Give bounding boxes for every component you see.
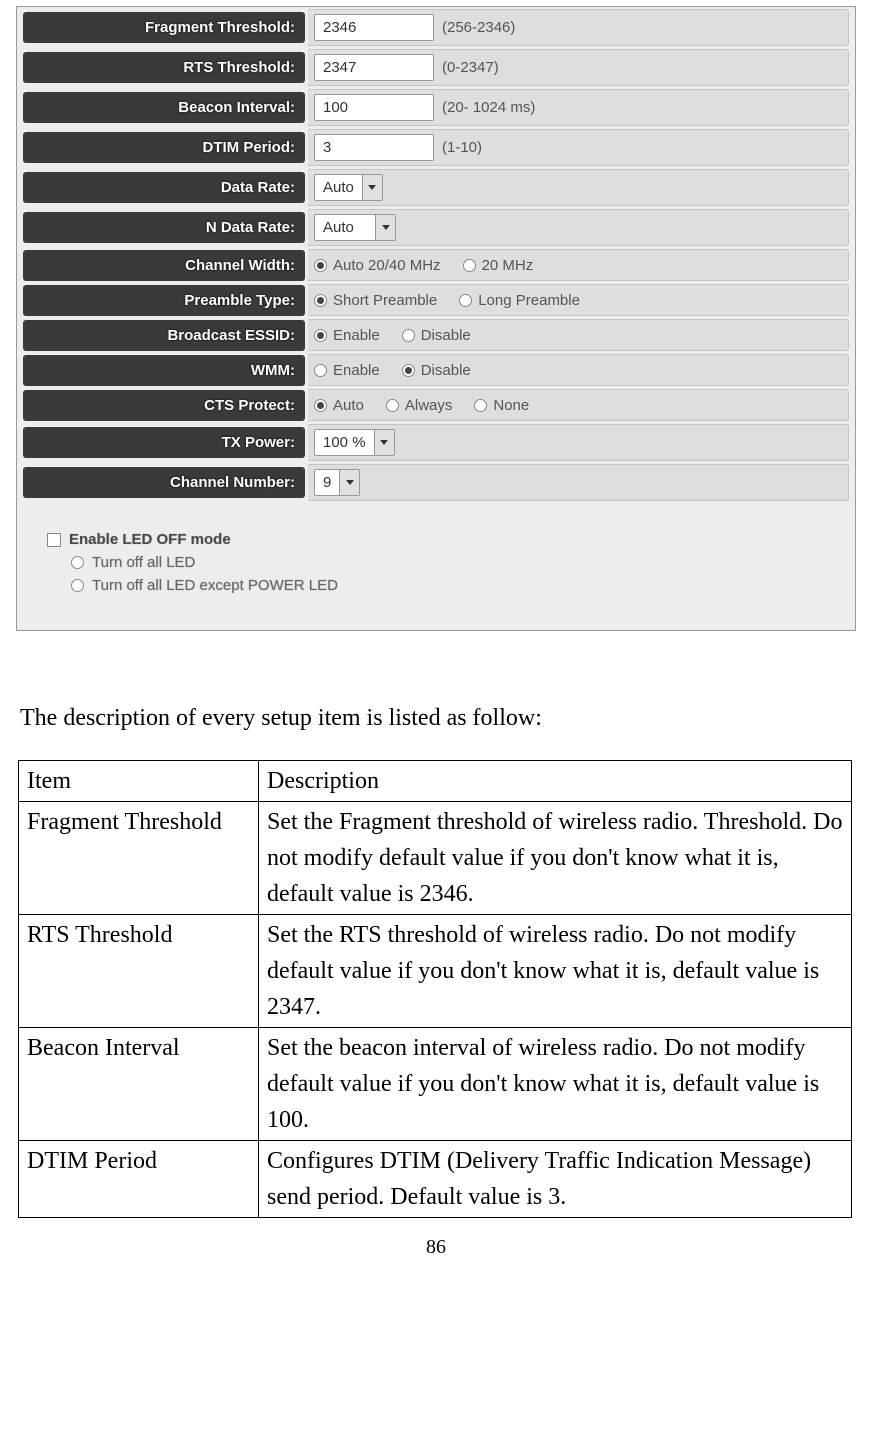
table-row: DTIM Period Configures DTIM (Delivery Tr…: [19, 1140, 852, 1217]
chevron-down-icon: [362, 175, 382, 200]
checkbox-enable-led-off[interactable]: Enable LED OFF mode: [47, 531, 847, 548]
radio-icon: [71, 556, 84, 569]
table-cell-item: Beacon Interval: [19, 1027, 259, 1140]
row-tx-power: TX Power: 100 %: [23, 424, 849, 461]
val-dtim-period: 3 (1-10): [308, 129, 849, 166]
table-row: RTS Threshold Set the RTS threshold of w…: [19, 914, 852, 1027]
row-rts-threshold: RTS Threshold: 2347 (0-2347): [23, 49, 849, 86]
val-channel-number: 9: [308, 464, 849, 501]
led-off-except-power-label: Turn off all LED except POWER LED: [92, 577, 338, 594]
wireless-settings-screenshot: Fragment Threshold: 2346 (256-2346) RTS …: [16, 6, 856, 631]
hint-rts-threshold: (0-2347): [442, 59, 499, 76]
hint-beacon-interval: (20- 1024 ms): [442, 99, 535, 116]
table-cell-item: RTS Threshold: [19, 914, 259, 1027]
val-wmm: Enable Disable: [308, 354, 849, 386]
row-wmm: WMM: Enable Disable: [23, 354, 849, 386]
table-cell-desc: Set the RTS threshold of wireless radio.…: [259, 914, 852, 1027]
row-n-data-rate: N Data Rate: Auto: [23, 209, 849, 246]
val-preamble-type: Short Preamble Long Preamble: [308, 284, 849, 316]
chevron-down-icon: [339, 470, 359, 495]
input-beacon-interval[interactable]: 100: [314, 94, 434, 121]
table-cell-item: DTIM Period: [19, 1140, 259, 1217]
table-row: Item Description: [19, 760, 852, 801]
label-rts-threshold: RTS Threshold:: [23, 52, 305, 83]
label-preamble-type: Preamble Type:: [23, 285, 305, 316]
row-preamble-type: Preamble Type: Short Preamble Long Pream…: [23, 284, 849, 316]
select-data-rate-value: Auto: [315, 175, 362, 200]
led-off-all-label: Turn off all LED: [92, 554, 195, 571]
select-tx-power-value: 100 %: [315, 430, 374, 455]
val-fragment-threshold: 2346 (256-2346): [308, 9, 849, 46]
select-tx-power[interactable]: 100 %: [314, 429, 395, 456]
val-rts-threshold: 2347 (0-2347): [308, 49, 849, 86]
chevron-down-icon: [375, 215, 395, 240]
radio-led-off-all[interactable]: Turn off all LED: [71, 554, 847, 571]
select-data-rate[interactable]: Auto: [314, 174, 383, 201]
select-n-data-rate[interactable]: Auto: [314, 214, 396, 241]
select-n-data-rate-value: Auto: [315, 215, 375, 240]
radio-cts-always[interactable]: Always: [386, 397, 453, 414]
page-number: 86: [0, 1236, 872, 1259]
row-fragment-threshold: Fragment Threshold: 2346 (256-2346): [23, 9, 849, 46]
table-cell-desc: Configures DTIM (Delivery Traffic Indica…: [259, 1140, 852, 1217]
val-n-data-rate: Auto: [308, 209, 849, 246]
val-beacon-interval: 100 (20- 1024 ms): [308, 89, 849, 126]
radio-led-off-except-power[interactable]: Turn off all LED except POWER LED: [71, 577, 847, 594]
table-cell-desc: Set the Fragment threshold of wireless r…: [259, 801, 852, 914]
radio-wmm-enable[interactable]: Enable: [314, 362, 380, 379]
description-table: Item Description Fragment Threshold Set …: [18, 760, 852, 1218]
hint-dtim-period: (1-10): [442, 139, 482, 156]
row-data-rate: Data Rate: Auto: [23, 169, 849, 206]
table-header-item: Item: [19, 760, 259, 801]
input-fragment-threshold[interactable]: 2346: [314, 14, 434, 41]
val-tx-power: 100 %: [308, 424, 849, 461]
label-cts-protect: CTS Protect:: [23, 390, 305, 421]
label-channel-number: Channel Number:: [23, 467, 305, 498]
radio-cts-none[interactable]: None: [474, 397, 529, 414]
label-data-rate: Data Rate:: [23, 172, 305, 203]
table-cell-item: Fragment Threshold: [19, 801, 259, 914]
row-beacon-interval: Beacon Interval: 100 (20- 1024 ms): [23, 89, 849, 126]
radio-essid-disable[interactable]: Disable: [402, 327, 471, 344]
val-channel-width: Auto 20/40 MHz 20 MHz: [308, 249, 849, 281]
table-row: Beacon Interval Set the beacon interval …: [19, 1027, 852, 1140]
row-channel-number: Channel Number: 9: [23, 464, 849, 501]
radio-cts-auto[interactable]: Auto: [314, 397, 364, 414]
radio-wmm-disable[interactable]: Disable: [402, 362, 471, 379]
radio-preamble-short[interactable]: Short Preamble: [314, 292, 437, 309]
label-channel-width: Channel Width:: [23, 250, 305, 281]
table-row: Fragment Threshold Set the Fragment thre…: [19, 801, 852, 914]
radio-channel-width-auto[interactable]: Auto 20/40 MHz: [314, 257, 441, 274]
radio-channel-width-20[interactable]: 20 MHz: [463, 257, 534, 274]
intro-paragraph: The description of every setup item is l…: [20, 701, 852, 736]
label-fragment-threshold: Fragment Threshold:: [23, 12, 305, 43]
select-channel-number[interactable]: 9: [314, 469, 360, 496]
row-dtim-period: DTIM Period: 3 (1-10): [23, 129, 849, 166]
val-cts-protect: Auto Always None: [308, 389, 849, 421]
label-dtim-period: DTIM Period:: [23, 132, 305, 163]
row-cts-protect: CTS Protect: Auto Always None: [23, 389, 849, 421]
label-n-data-rate: N Data Rate:: [23, 212, 305, 243]
radio-essid-enable[interactable]: Enable: [314, 327, 380, 344]
val-data-rate: Auto: [308, 169, 849, 206]
radio-preamble-long[interactable]: Long Preamble: [459, 292, 580, 309]
label-tx-power: TX Power:: [23, 427, 305, 458]
input-dtim-period[interactable]: 3: [314, 134, 434, 161]
label-beacon-interval: Beacon Interval:: [23, 92, 305, 123]
hint-fragment-threshold: (256-2346): [442, 19, 515, 36]
val-broadcast-essid: Enable Disable: [308, 319, 849, 351]
label-wmm: WMM:: [23, 355, 305, 386]
table-header-desc: Description: [259, 760, 852, 801]
chevron-down-icon: [374, 430, 394, 455]
label-broadcast-essid: Broadcast ESSID:: [23, 320, 305, 351]
select-channel-number-value: 9: [315, 470, 339, 495]
table-cell-desc: Set the beacon interval of wireless radi…: [259, 1027, 852, 1140]
input-rts-threshold[interactable]: 2347: [314, 54, 434, 81]
led-off-label: Enable LED OFF mode: [69, 531, 231, 548]
led-off-mode-block: Enable LED OFF mode Turn off all LED Tur…: [47, 531, 847, 594]
checkbox-icon: [47, 533, 61, 547]
row-broadcast-essid: Broadcast ESSID: Enable Disable: [23, 319, 849, 351]
radio-icon: [71, 579, 84, 592]
row-channel-width: Channel Width: Auto 20/40 MHz 20 MHz: [23, 249, 849, 281]
